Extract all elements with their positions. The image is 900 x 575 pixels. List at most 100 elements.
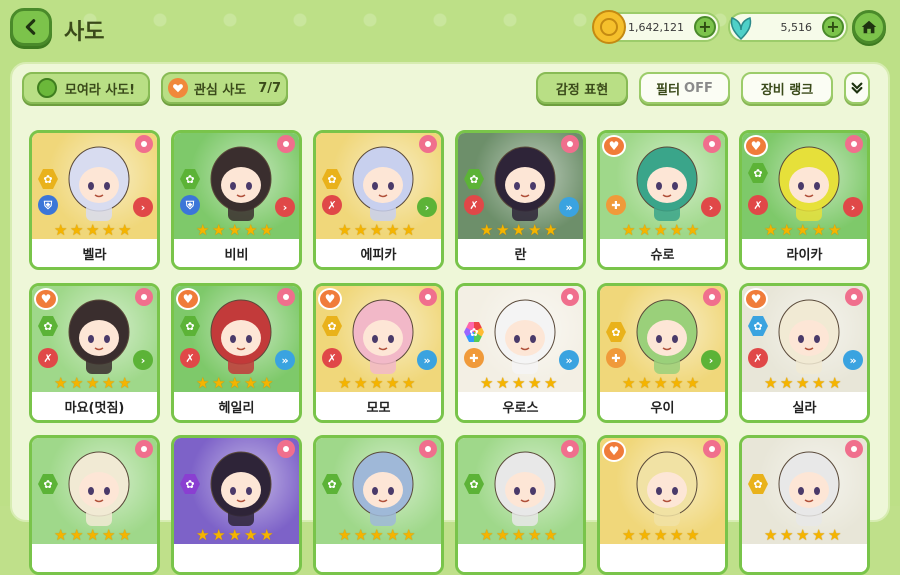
star-icon: ★ [370, 221, 384, 239]
home-button[interactable] [852, 10, 886, 44]
character-card[interactable]: ✿ ★ ★ ★ ★ ★ [29, 435, 160, 575]
star-rating: ★ ★ ★ ★ ★ [764, 376, 843, 391]
position-arrow-icon: › [701, 350, 721, 370]
star-icon: ★ [654, 526, 668, 544]
character-card[interactable]: ✿ ★ ★ ★ ★ ★ [455, 435, 586, 575]
star-icon: ★ [244, 221, 258, 239]
star-icon: ★ [196, 526, 210, 544]
flower-icon [845, 135, 863, 153]
heart-icon [167, 78, 188, 98]
gold-currency: 1,642,121 + [592, 10, 720, 44]
star-icon: ★ [54, 374, 68, 392]
add-gold-button[interactable]: + [694, 16, 716, 38]
character-card[interactable]: ♥ ★ ★ ★ ★ ★ [597, 435, 728, 575]
flower-icon [561, 135, 579, 153]
star-icon: ★ [354, 526, 368, 544]
star-icon: ★ [764, 526, 778, 544]
star-icon: ★ [244, 526, 258, 544]
character-card[interactable]: ♥ ✿ ✗ › ★ ★ ★ ★ ★ 마요(멋짐) [29, 283, 160, 423]
character-name [458, 544, 583, 572]
sword-class-icon: ✗ [748, 348, 768, 368]
star-icon: ★ [544, 221, 558, 239]
star-icon: ★ [102, 221, 116, 239]
star-icon: ★ [638, 526, 652, 544]
character-card[interactable]: ✿ ✗» ★ ★ ★ ★ ★ 란 [455, 130, 586, 270]
emote-label: 감정 표현 [555, 82, 609, 98]
star-icon: ★ [480, 221, 494, 239]
star-icon: ★ [528, 374, 542, 392]
star-icon: ★ [354, 221, 368, 239]
character-card[interactable]: ✿ ⛨ › ★ ★ ★ ★ ★ 벨라 [29, 130, 160, 270]
star-icon: ★ [370, 374, 384, 392]
double-chevron-down-icon [851, 82, 863, 94]
character-card[interactable]: ♥ ✿ ✗ › ★ ★ ★ ★ ★ 라이카 [739, 130, 870, 270]
star-icon: ★ [70, 374, 84, 392]
character-card[interactable]: ✿ ★ ★ ★ ★ ★ [171, 435, 302, 575]
star-icon: ★ [496, 221, 510, 239]
character-card[interactable]: ✿ ✚ › ★ ★ ★ ★ ★ 우이 [597, 283, 728, 423]
character-card[interactable]: ♥ ✿ ✗» ★ ★ ★ ★ ★ 실라 [739, 283, 870, 423]
star-icon: ★ [638, 374, 652, 392]
snail-icon [36, 78, 57, 98]
character-card[interactable]: ♥ ✚ › ★ ★ ★ ★ ★ 슈로 [597, 130, 728, 270]
position-arrow-icon: › [701, 197, 721, 217]
character-card[interactable]: ✿ ✚» ★ ★ ★ ★ ★ 우로스 [455, 283, 586, 423]
star-icon: ★ [796, 374, 810, 392]
page-title: 사도 [64, 20, 105, 45]
position-arrow-icon: » [559, 350, 579, 370]
character-name: 벨라 [32, 239, 157, 267]
star-icon: ★ [86, 221, 100, 239]
star-rating: ★ ★ ★ ★ ★ [196, 528, 275, 543]
star-icon: ★ [386, 221, 400, 239]
character-card[interactable]: ♥ ✿ ✗» ★ ★ ★ ★ ★ 헤일리 [171, 283, 302, 423]
favorite-heart-icon: ♥ [744, 288, 768, 310]
character-card[interactable]: ✿ ★ ★ ★ ★ ★ [739, 435, 870, 575]
gold-amount: 1,642,121 [628, 20, 684, 34]
flower-icon [561, 440, 579, 458]
character-card[interactable]: ✿ ★ ★ ★ ★ ★ [313, 435, 444, 575]
gather-button[interactable]: 모여라 사도! [22, 72, 150, 104]
character-card[interactable]: ✿ ⛨ › ★ ★ ★ ★ ★ 비비 [171, 130, 302, 270]
expand-toggle[interactable] [844, 72, 870, 104]
position-arrow-icon: » [417, 350, 437, 370]
character-name: 실라 [742, 392, 867, 420]
star-icon: ★ [118, 221, 132, 239]
position-arrow-icon: › [275, 197, 295, 217]
flower-icon [419, 135, 437, 153]
equipment-rank-button[interactable]: 장비 랭크 [741, 72, 833, 104]
star-icon: ★ [386, 374, 400, 392]
add-leaf-button[interactable]: + [822, 16, 844, 38]
star-icon: ★ [212, 221, 226, 239]
star-icon: ★ [622, 221, 636, 239]
filter-button[interactable]: 필터 OFF [639, 72, 730, 104]
character-name: 우로스 [458, 392, 583, 420]
star-icon: ★ [796, 221, 810, 239]
favorite-filter-button[interactable]: 관심 사도 7/7 [161, 72, 288, 104]
flower-icon [419, 288, 437, 306]
star-icon: ★ [260, 526, 274, 544]
star-icon: ★ [638, 221, 652, 239]
character-name: 란 [458, 239, 583, 267]
character-card[interactable]: ♥ ✿ ✗» ★ ★ ★ ★ ★ 모모 [313, 283, 444, 423]
gold-coin-icon [592, 10, 626, 44]
star-icon: ★ [764, 221, 778, 239]
emote-button[interactable]: 감정 표현 [536, 72, 628, 104]
back-button[interactable] [10, 8, 52, 46]
filter-label: 필터 [656, 82, 681, 98]
star-rating: ★ ★ ★ ★ ★ [480, 528, 559, 543]
star-icon: ★ [196, 374, 210, 392]
star-rating: ★ ★ ★ ★ ★ [54, 528, 133, 543]
star-icon: ★ [670, 221, 684, 239]
star-rating: ★ ★ ★ ★ ★ [764, 223, 843, 238]
position-arrow-icon: › [417, 197, 437, 217]
star-icon: ★ [212, 374, 226, 392]
star-rating: ★ ★ ★ ★ ★ [622, 223, 701, 238]
star-rating: ★ ★ ★ ★ ★ [338, 528, 417, 543]
star-rating: ★ ★ ★ ★ ★ [338, 223, 417, 238]
star-icon: ★ [228, 374, 242, 392]
position-arrow-icon: › [133, 350, 153, 370]
character-card[interactable]: ✿ ✗ › ★ ★ ★ ★ ★ 에피카 [313, 130, 444, 270]
star-icon: ★ [70, 526, 84, 544]
star-icon: ★ [780, 526, 794, 544]
flower-icon [135, 288, 153, 306]
